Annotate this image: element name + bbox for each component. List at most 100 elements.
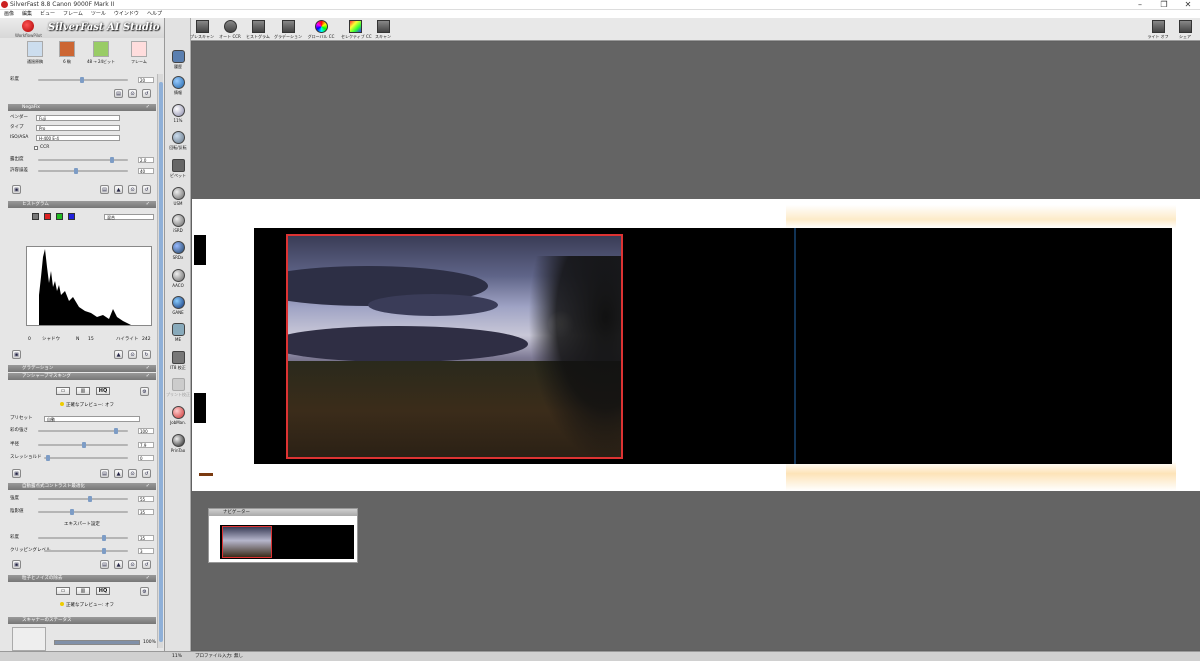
settings-icon[interactable]: ⚙ (140, 587, 149, 596)
red-channel-button[interactable] (44, 213, 51, 220)
slider-knob[interactable] (88, 496, 92, 502)
ac-shadow-slider[interactable] (38, 509, 128, 515)
ac-clip-value[interactable]: 3 (138, 548, 154, 554)
usm-radius-slider[interactable] (38, 442, 128, 448)
menu-frame[interactable]: フレーム (59, 10, 87, 18)
menu-help[interactable]: ヘルプ (143, 10, 166, 18)
scan-button[interactable]: スキャン (369, 20, 397, 40)
slider-knob[interactable] (46, 455, 50, 461)
usm-threshold-value[interactable]: 0 (138, 455, 154, 461)
slider-knob[interactable] (110, 157, 114, 163)
menu-view[interactable]: ビュー (36, 10, 59, 18)
slider-knob[interactable] (114, 428, 118, 434)
reset-icon[interactable]: ↺ (142, 469, 151, 478)
ac-saturation-value[interactable]: 35 (138, 535, 154, 541)
menu-window[interactable]: ウインドウ (110, 10, 143, 18)
close-button[interactable]: ✕ (1176, 0, 1200, 10)
histogram-mode-select[interactable]: 混合 (104, 214, 154, 220)
ac-strength-slider[interactable] (38, 496, 128, 502)
bit-depth-button[interactable]: 48 → 24ビット (86, 41, 116, 71)
preview-area[interactable]: ナビゲーター (192, 42, 1200, 650)
exposure-value[interactable]: 2.0 (138, 157, 154, 163)
vendor-select[interactable]: Fuji (36, 115, 120, 121)
pipette-tool[interactable]: ピペット (165, 159, 191, 179)
preview-button[interactable]: ▭ (56, 387, 70, 395)
blue-channel-button[interactable] (68, 213, 75, 220)
exposure-slider[interactable] (38, 157, 128, 163)
zoom-icon[interactable]: ⊙ (128, 350, 137, 359)
scrollbar-thumb[interactable] (159, 82, 163, 642)
minimize-button[interactable]: – (1128, 0, 1152, 10)
scanner-status-header[interactable]: スキャナーのステータス (8, 617, 156, 624)
srdx-tool[interactable]: SRDx (165, 241, 191, 260)
ac-strength-value[interactable]: 55 (138, 496, 154, 502)
grain-header[interactable]: 粒子とノイズの除去 ✓ (8, 575, 156, 582)
preview-button[interactable]: ▭ (56, 587, 70, 595)
reset-icon[interactable]: ↺ (142, 560, 151, 569)
slider-knob[interactable] (82, 442, 86, 448)
book-icon[interactable]: ▤ (100, 185, 109, 194)
book-icon[interactable]: ▤ (100, 560, 109, 569)
usm-tool[interactable]: USM (165, 187, 191, 206)
settings-icon[interactable]: ⚙ (140, 387, 149, 396)
menu-tools[interactable]: ツール (87, 10, 110, 18)
ac-clip-slider[interactable] (44, 548, 128, 554)
grain-hq-button[interactable]: HQ (96, 587, 110, 595)
expert-icon[interactable]: ▲ (114, 185, 123, 194)
gradation-button[interactable]: グラデーション (274, 20, 302, 40)
checkmark-icon[interactable]: ✓ (146, 104, 150, 111)
usm-preset-select[interactable]: 自動 (44, 416, 140, 422)
ccr-checkbox[interactable] (34, 146, 38, 150)
green-channel-button[interactable] (56, 213, 63, 220)
global-cc-button[interactable]: グローバル CC (307, 20, 335, 40)
usm-header[interactable]: アンシャープマスキング ✓ (8, 373, 156, 380)
expert-icon[interactable]: ▲ (114, 469, 123, 478)
saturation-value[interactable]: 20 (138, 77, 154, 83)
usm-strength-value[interactable]: 100 (138, 428, 154, 434)
rotate-tool[interactable]: 回転/反転 (165, 131, 191, 151)
iso-select[interactable]: H-400 E-4 (36, 135, 120, 141)
print-calibration-tool[interactable]: プリント校正 (165, 378, 191, 398)
negafix-header[interactable]: NegaFix ✓ (8, 104, 156, 111)
save-icon[interactable]: ▣ (12, 469, 21, 478)
save-icon[interactable]: ▣ (12, 185, 21, 194)
me-tool[interactable]: ME (165, 323, 191, 342)
navigator-film[interactable] (220, 525, 354, 559)
gray-channel-button[interactable] (32, 213, 39, 220)
reset-icon[interactable]: ↺ (142, 89, 151, 98)
zoom-tool[interactable]: 11% (165, 104, 191, 123)
histogram-button[interactable]: ヒストグラム (244, 20, 272, 40)
it8-tool[interactable]: IT8 校正 (165, 351, 191, 371)
slider-knob[interactable] (70, 509, 74, 515)
split-view-button[interactable]: ▥ (76, 587, 90, 595)
expert-icon[interactable]: ▲ (114, 350, 123, 359)
ac-shadow-value[interactable]: 35 (138, 509, 154, 515)
light-off-button[interactable]: ライト オフ (1144, 20, 1172, 40)
histogram-graph[interactable] (26, 246, 152, 326)
slider-knob[interactable] (74, 168, 78, 174)
frame-mode-button[interactable]: フレーム (124, 41, 154, 71)
scan-frame[interactable] (286, 234, 623, 459)
navigator-panel[interactable]: ナビゲーター (208, 508, 358, 563)
save-icon[interactable]: ▣ (12, 350, 21, 359)
info-tool[interactable]: 情報 (165, 76, 191, 96)
frames-mode-button[interactable]: 6 駒 (52, 41, 82, 71)
maximize-button[interactable]: ❐ (1152, 0, 1176, 10)
ac-saturation-slider[interactable] (38, 535, 128, 541)
slider-knob[interactable] (102, 535, 106, 541)
usm-threshold-slider[interactable] (44, 455, 128, 461)
checkmark-icon[interactable]: ✓ (146, 373, 150, 380)
zoom-icon[interactable]: ⊙ (128, 560, 137, 569)
history-tool[interactable]: 履歴 (165, 50, 191, 70)
aaco-tool[interactable]: AACO (165, 269, 191, 288)
zoom-icon[interactable]: ⊙ (128, 469, 137, 478)
prescan-button[interactable]: プレスキャン (188, 20, 216, 40)
tolerance-value[interactable]: 40 (138, 168, 154, 174)
book-icon[interactable]: ▤ (114, 89, 123, 98)
share-button[interactable]: シェア (1171, 20, 1199, 40)
checkmark-icon[interactable]: ✓ (146, 483, 150, 490)
checkmark-icon[interactable]: ✓ (146, 201, 150, 208)
job-manager-tool[interactable]: JobMan. (165, 406, 191, 425)
menu-image[interactable]: 画像 (0, 10, 18, 18)
book-icon[interactable]: ▤ (100, 469, 109, 478)
